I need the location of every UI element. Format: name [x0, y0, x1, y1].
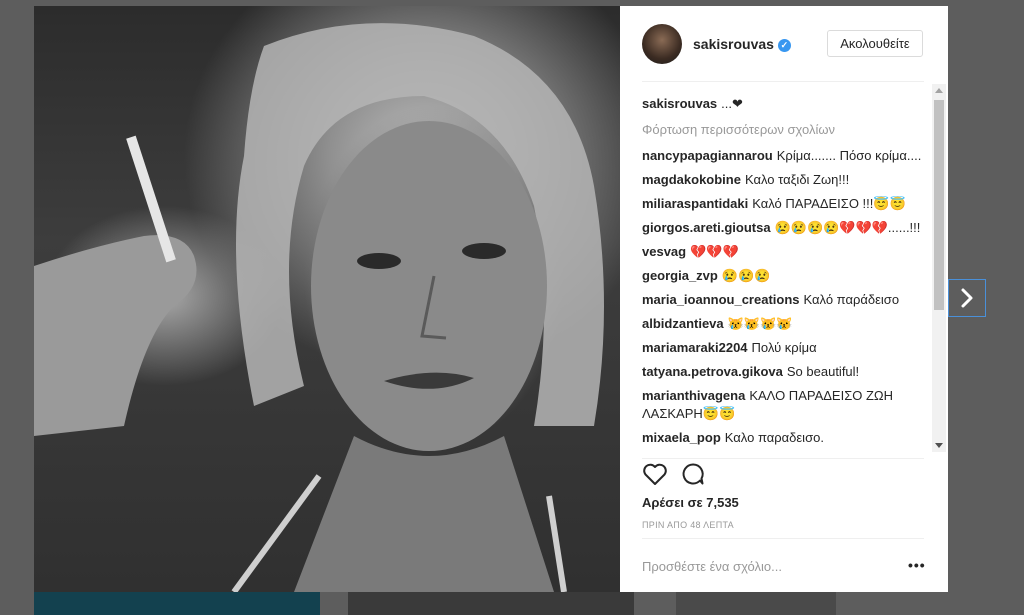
comment-text: Κρίμα....... Πόσο κρίμα.... [776, 148, 922, 163]
comment-username[interactable]: marianthivagena [642, 388, 745, 403]
comment-item: nancypapagiannarou Κρίμα....... Πόσο κρίμ… [642, 147, 930, 165]
more-options-icon[interactable]: ••• [908, 557, 926, 573]
post-header: sakisrouvas ✓ Ακολουθείτε [620, 6, 948, 81]
comment-username[interactable]: mariamaraki2204 [642, 340, 748, 355]
caption-username[interactable]: sakisrouvas [642, 96, 717, 111]
post-timestamp[interactable]: ΠΡΙΝ ΑΠΟ 48 ΛΕΠΤΑ [642, 520, 734, 530]
comment-username[interactable]: mixaela_pop [642, 430, 721, 445]
chevron-right-icon [961, 288, 973, 308]
comment-username[interactable]: vesvag [642, 244, 686, 259]
comment-text: 😿😿😿😿 [727, 316, 793, 331]
comment-username[interactable]: miliaraspantidaki [642, 196, 748, 211]
comment-text: So beautiful! [786, 364, 860, 379]
comment-item: albidzantieva 😿😿😿😿 [642, 315, 930, 333]
comment-username[interactable]: tatyana.petrova.gikova [642, 364, 783, 379]
comment-bubble-icon[interactable] [680, 462, 706, 486]
follow-button[interactable]: Ακολουθείτε [827, 30, 923, 57]
comments-divider [642, 458, 924, 459]
load-more-comments-link[interactable]: Φόρτωση περισσότερων σχολίων [642, 121, 930, 139]
comment-text: Καλό ΠΑΡΑΔΕΙΣΟ !!!😇😇 [752, 196, 906, 211]
comment-text: 😢😢😢😢💔💔💔......!!! [774, 220, 921, 235]
post-username[interactable]: sakisrouvas ✓ [693, 36, 791, 52]
header-divider [642, 81, 924, 82]
comment-text: Καλο παραδεισο. [724, 430, 824, 445]
comment-username[interactable]: nancypapagiannarou [642, 148, 773, 163]
avatar[interactable] [642, 24, 682, 64]
scroll-down-arrow-icon[interactable] [935, 443, 943, 448]
next-post-button[interactable] [948, 279, 986, 317]
feed-tile-middle [348, 592, 634, 615]
comment-text: Πολύ κρίμα [751, 340, 817, 355]
comment-item: magdakokobine Καλο ταξιδι Ζωη!!! [642, 171, 930, 189]
comment-item: mixaela_pop Καλο παραδεισο. [642, 429, 930, 447]
input-divider [642, 538, 924, 539]
verified-badge-icon: ✓ [777, 38, 791, 52]
comment-username[interactable]: giorgos.areti.gioutsa [642, 220, 771, 235]
comment-item: maria_ioannou_creations Καλό παράδεισο [642, 291, 930, 309]
heart-icon[interactable] [642, 462, 668, 486]
caption-text: ...❤ [721, 96, 743, 111]
comments-list: sakisrouvas ...❤ Φόρτωση περισσότερων σχο… [642, 93, 930, 457]
comment-text: Καλο ταξιδι Ζωη!!! [744, 172, 850, 187]
comment-input[interactable] [642, 556, 882, 576]
comment-text: 💔💔💔 [690, 244, 739, 259]
photo-illustration [34, 23, 604, 592]
likes-count[interactable]: Αρέσει σε 7,535 [642, 495, 739, 510]
feed-tile-left [34, 592, 320, 615]
comment-item: marianthivagena ΚΑΛΟ ΠΑΡΑΔΕΙΣΟ ΖΩΗ ΛΑΣΚΑΡ… [642, 387, 930, 423]
comment-username[interactable]: magdakokobine [642, 172, 741, 187]
feed-tile-right [676, 592, 836, 615]
comment-item: giorgos.areti.gioutsa 😢😢😢😢💔💔💔......!!! [642, 219, 930, 237]
comment-username[interactable]: albidzantieva [642, 316, 724, 331]
post-photo [34, 6, 620, 592]
comment-text: Καλό παράδεισο [803, 292, 900, 307]
username-text[interactable]: sakisrouvas [693, 36, 774, 52]
comment-username[interactable]: maria_ioannou_creations [642, 292, 800, 307]
comment-item: georgia_zvp 😢😢😢 [642, 267, 930, 285]
comment-item: mariamaraki2204 Πολύ κρίμα [642, 339, 930, 357]
post-caption: sakisrouvas ...❤ [642, 95, 930, 113]
comment-item: miliaraspantidaki Καλό ΠΑΡΑΔΕΙΣΟ !!!😇😇 [642, 195, 930, 213]
post-side-panel: sakisrouvas ✓ Ακολουθείτε sakisrouvas ...❤… [620, 6, 948, 592]
scroll-up-arrow-icon[interactable] [935, 88, 943, 93]
comment-username[interactable]: georgia_zvp [642, 268, 718, 283]
comment-item: vesvag 💔💔💔 [642, 243, 930, 261]
post-modal: sakisrouvas ✓ Ακολουθείτε sakisrouvas ...❤… [34, 6, 948, 592]
comment-item: tatyana.petrova.gikova So beautiful! [642, 363, 930, 381]
scrollbar-thumb[interactable] [934, 100, 944, 310]
comment-text: 😢😢😢 [721, 268, 771, 283]
comments-scrollbar[interactable] [932, 84, 946, 452]
